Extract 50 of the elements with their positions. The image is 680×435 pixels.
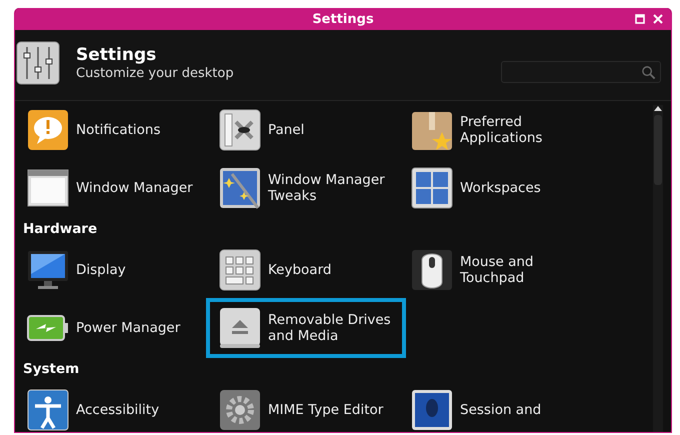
close-icon[interactable] <box>653 14 663 24</box>
eject-icon <box>218 306 262 350</box>
item-label: Notifications <box>76 122 160 138</box>
maximize-icon[interactable] <box>635 14 645 24</box>
sliders-icon <box>16 41 60 85</box>
person-silhouette-icon <box>410 388 454 432</box>
item-label: Workspaces <box>460 180 541 196</box>
scrollbar-thumb[interactable] <box>654 115 662 185</box>
section-heading: Hardware <box>23 221 98 237</box>
accessibility-icon <box>26 388 70 432</box>
section-heading: System <box>23 361 80 377</box>
scroll-up-icon[interactable] <box>654 105 662 111</box>
item-label: Session and <box>460 402 542 418</box>
search-field[interactable] <box>501 61 661 83</box>
item-label: Panel <box>268 122 304 138</box>
settings-item[interactable]: Session and <box>406 387 598 432</box>
item-label: Display <box>76 262 126 278</box>
settings-item[interactable]: Keyboard <box>214 247 406 293</box>
settings-item[interactable]: Display <box>22 247 214 293</box>
gear-icon <box>218 388 262 432</box>
settings-item[interactable]: Preferred Applications <box>406 107 598 153</box>
settings-item[interactable]: MIME Type Editor <box>214 387 406 432</box>
item-label: Window Manager Tweaks <box>268 172 386 204</box>
item-label: Power Manager <box>76 320 180 336</box>
settings-item[interactable]: Workspaces <box>406 165 598 211</box>
panel-icon <box>218 108 262 152</box>
window-title: Settings <box>312 12 374 26</box>
header-subtitle: Customize your desktop <box>76 64 235 82</box>
search-icon <box>641 64 656 80</box>
item-label: Preferred Applications <box>460 114 544 146</box>
monitor-icon <box>26 248 70 292</box>
item-label: Window Manager <box>76 180 193 196</box>
settings-item[interactable]: Accessibility <box>22 387 214 432</box>
settings-item[interactable]: Window Manager Tweaks <box>214 165 406 211</box>
workspaces-icon <box>410 166 454 210</box>
item-label: Accessibility <box>76 402 160 418</box>
magic-wand-icon <box>218 166 262 210</box>
settings-item[interactable]: Notifications <box>22 107 214 153</box>
mouse-icon <box>410 248 454 292</box>
settings-item[interactable]: Panel <box>214 107 406 153</box>
settings-item[interactable]: Mouse and Touchpad <box>406 247 598 293</box>
header-title: Settings <box>76 44 158 64</box>
item-label: Keyboard <box>268 262 332 278</box>
item-label: MIME Type Editor <box>268 402 384 418</box>
scrollbar[interactable] <box>653 105 663 432</box>
item-label: Removable Drives and Media <box>268 312 392 344</box>
item-label: Mouse and Touchpad <box>460 254 534 286</box>
settings-item[interactable]: Window Manager <box>22 165 214 211</box>
keyboard-icon <box>218 248 262 292</box>
speech-bubble-icon <box>26 108 70 152</box>
